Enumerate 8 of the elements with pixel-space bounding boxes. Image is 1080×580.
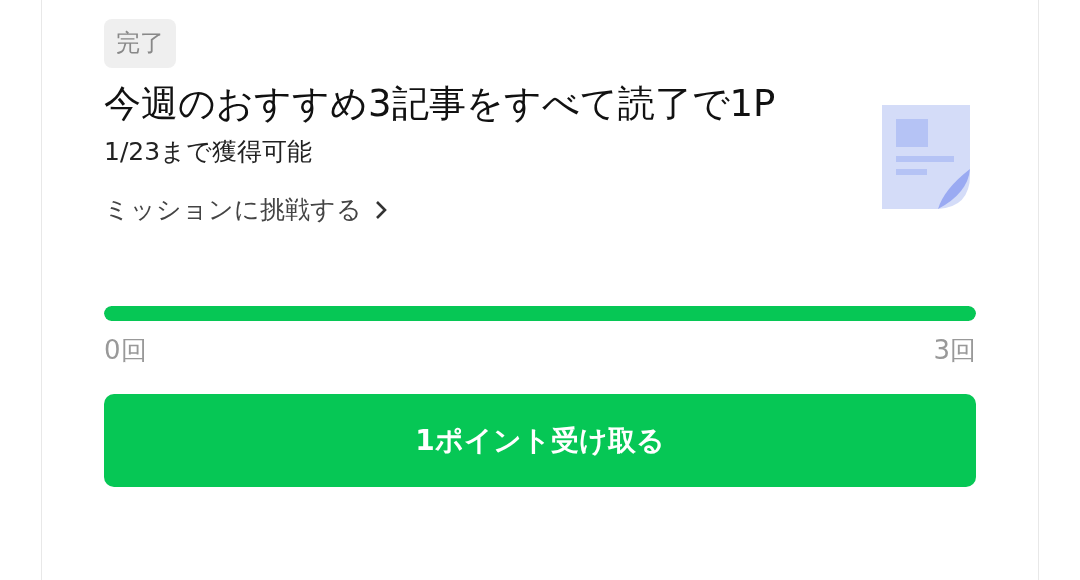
progress-min-label: 0回 [104,334,147,367]
chevron-icon [374,199,388,221]
mission-title: 今週のおすすめ3記事をすべて読了で1P [104,81,777,127]
progress-max-label: 3回 [933,334,976,367]
challenge-link[interactable]: ミッションに挑戦する [104,192,388,228]
deadline-text: 1/23まで獲得可能 [104,136,313,168]
status-badge: 完了 [104,19,176,68]
document-icon [882,105,970,209]
